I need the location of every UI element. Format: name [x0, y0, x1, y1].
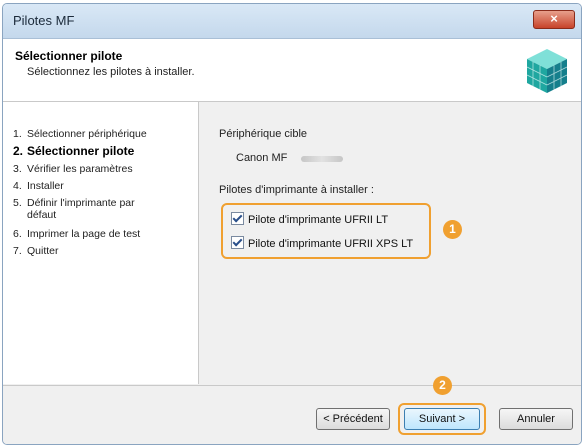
dialog-window: Pilotes MF × Sélectionner pilote Sélecti…	[2, 3, 582, 445]
callout-badge-1: 1	[443, 220, 462, 239]
target-device-label: Périphérique cible	[219, 128, 308, 140]
main-content: Périphérique cible Canon MF Pilotes d'im…	[199, 102, 581, 384]
driver-ufrii-xps-lt[interactable]: Pilote d'imprimante UFRII XPS LT	[231, 236, 413, 250]
wizard-header: Sélectionner pilote Sélectionnez les pil…	[3, 39, 581, 102]
wizard-footer: < Précédent Suivant > Annuler 2	[3, 376, 581, 444]
step-print-test-page: 6. Imprimer la page de test	[13, 228, 141, 240]
drivers-label: Pilotes d'imprimante à installer :	[219, 184, 374, 196]
step-select-device: 1. Sélectionner périphérique	[13, 128, 147, 140]
target-device-value: Canon MF	[236, 152, 288, 164]
next-button[interactable]: Suivant >	[404, 408, 480, 430]
steps-sidebar: 1. Sélectionner périphérique 2. Sélectionn…	[3, 102, 199, 384]
drivers-highlight-box: Pilote d'imprimante UFRII LT Pilote d'im…	[221, 203, 431, 259]
next-highlight-box: Suivant >	[398, 403, 486, 435]
page-title: Sélectionner pilote	[15, 49, 123, 63]
title-bar[interactable]: Pilotes MF ×	[3, 4, 581, 39]
redacted-model-name	[301, 156, 343, 162]
previous-button[interactable]: < Précédent	[316, 408, 390, 430]
installer-cube-icon	[526, 49, 568, 93]
callout-badge-2: 2	[433, 376, 452, 395]
cancel-button[interactable]: Annuler	[499, 408, 573, 430]
driver-ufrii-lt[interactable]: Pilote d'imprimante UFRII LT	[231, 212, 388, 226]
window-title: Pilotes MF	[13, 13, 75, 28]
step-select-driver: 2. Sélectionner pilote	[13, 144, 135, 158]
driver-ufrii-xps-lt-checkbox[interactable]	[231, 236, 244, 249]
step-verify-settings: 3. Vérifier les paramètres	[13, 163, 133, 175]
driver-ufrii-lt-checkbox[interactable]	[231, 212, 244, 225]
step-quit: 7. Quitter	[13, 245, 59, 257]
step-default-printer: 5. Définir l'imprimante par défaut	[13, 197, 135, 221]
step-install: 4. Installer	[13, 180, 64, 192]
close-button[interactable]: ×	[533, 10, 575, 29]
page-subtitle: Sélectionnez les pilotes à installer.	[27, 66, 195, 78]
